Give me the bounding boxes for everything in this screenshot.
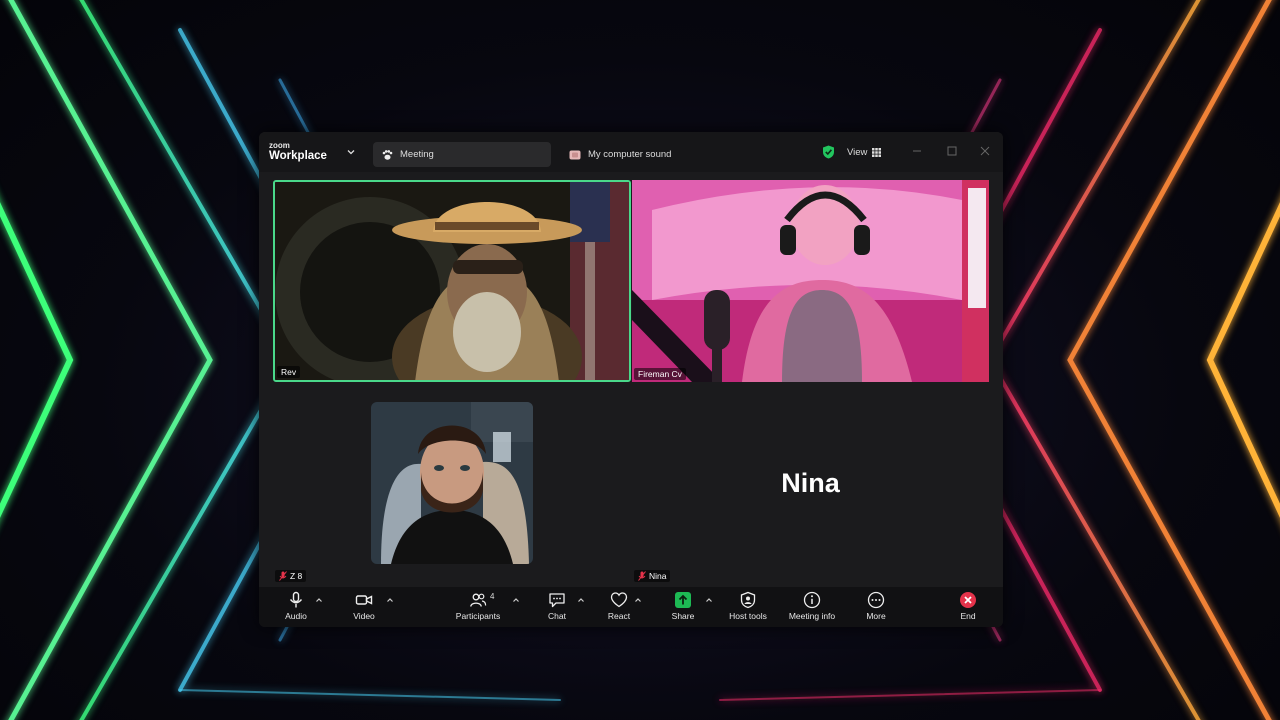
view-controls: View [822,144,882,160]
tab-meeting[interactable]: Meeting [373,142,551,167]
video-label: Video [353,611,375,621]
participant-count: 4 [490,592,495,601]
zoom-meeting-window: zoom Workplace Meeting My computer sound… [259,132,1003,627]
audio-button[interactable]: Audio [281,591,311,625]
share-screen-icon [675,592,691,608]
video-off-display-name: Nina [781,468,840,498]
video-tile-z8[interactable]: Z 8 [273,394,631,584]
end-button[interactable]: End [955,591,981,625]
participant-name: Z 8 [290,571,303,581]
more-dots-icon [867,591,885,609]
minimize-icon[interactable] [911,145,923,157]
participant-name-label: Fireman Cv [634,368,686,380]
participants-button[interactable]: Participants [453,591,503,625]
paw-icon [381,149,393,161]
chevron-up-icon[interactable] [577,597,585,603]
more-label: More [866,611,886,621]
info-icon [803,591,821,609]
react-button[interactable]: React [606,591,632,625]
react-label: React [607,611,631,621]
end-label: End [960,611,976,621]
share-button[interactable]: Share [667,591,699,625]
fireman-cv-video-feed [632,180,989,382]
meeting-toolbar: Audio Video Participants 4 Chat React Sh… [259,587,1003,627]
chevron-up-icon[interactable] [315,597,323,603]
chevron-up-icon[interactable] [634,597,642,603]
muted-mic-icon [279,571,287,581]
microphone-icon [289,591,303,608]
participants-icon [470,593,487,607]
chevron-down-icon[interactable] [346,147,356,157]
brand-small: zoom [269,141,290,150]
participant-name: Rev [281,367,297,377]
close-icon[interactable] [979,145,991,157]
chat-button[interactable]: Chat [545,591,569,625]
chevron-up-icon[interactable] [512,597,520,603]
view-button[interactable]: View [847,146,882,158]
chevron-up-icon[interactable] [386,597,394,603]
tab-meeting-label: Meeting [400,149,434,160]
tab-sound-label: My computer sound [588,149,672,160]
end-call-icon [960,592,976,608]
participant-name: Fireman Cv [638,369,682,379]
shield-icon [740,591,756,609]
meeting-info-button[interactable]: Meeting info [784,591,840,625]
video-tile-rev[interactable]: Rev [273,180,631,382]
host-tools-label: Host tools [729,611,767,621]
more-button[interactable]: More [862,591,890,625]
heart-icon [610,592,628,608]
participant-name-label: Rev [277,366,301,378]
participant-name: Nina [649,571,667,581]
share-label: Share [671,611,695,621]
host-tools-button[interactable]: Host tools [725,591,771,625]
participants-label: Participants [455,611,501,621]
view-label: View [847,146,868,158]
video-tile-nina[interactable]: Nina Nina [632,394,989,584]
tab-my-computer-sound[interactable]: My computer sound [561,142,741,167]
meeting-info-label: Meeting info [788,611,836,621]
z8-video-feed [371,402,533,564]
muted-mic-icon [638,571,646,581]
chevron-up-icon[interactable] [705,597,713,603]
zoom-workplace-logo[interactable]: zoom Workplace [269,142,327,163]
audio-label: Audio [285,611,307,621]
chat-label: Chat [548,611,566,621]
video-tile-fireman-cv[interactable]: Fireman Cv [632,180,989,382]
speaker-app-icon [569,149,581,161]
chat-icon [549,593,565,608]
rev-video-feed [275,182,629,380]
participant-name-label: Nina [634,570,671,582]
participant-name-label: Z 8 [275,570,307,582]
shield-check-icon[interactable] [822,145,835,159]
grid-icon [872,147,882,157]
video-button[interactable]: Video [349,591,379,625]
maximize-icon[interactable] [946,145,958,157]
title-bar: zoom Workplace Meeting My computer sound… [259,132,1003,172]
brand-large: Workplace [269,150,327,162]
video-camera-icon [355,595,373,605]
